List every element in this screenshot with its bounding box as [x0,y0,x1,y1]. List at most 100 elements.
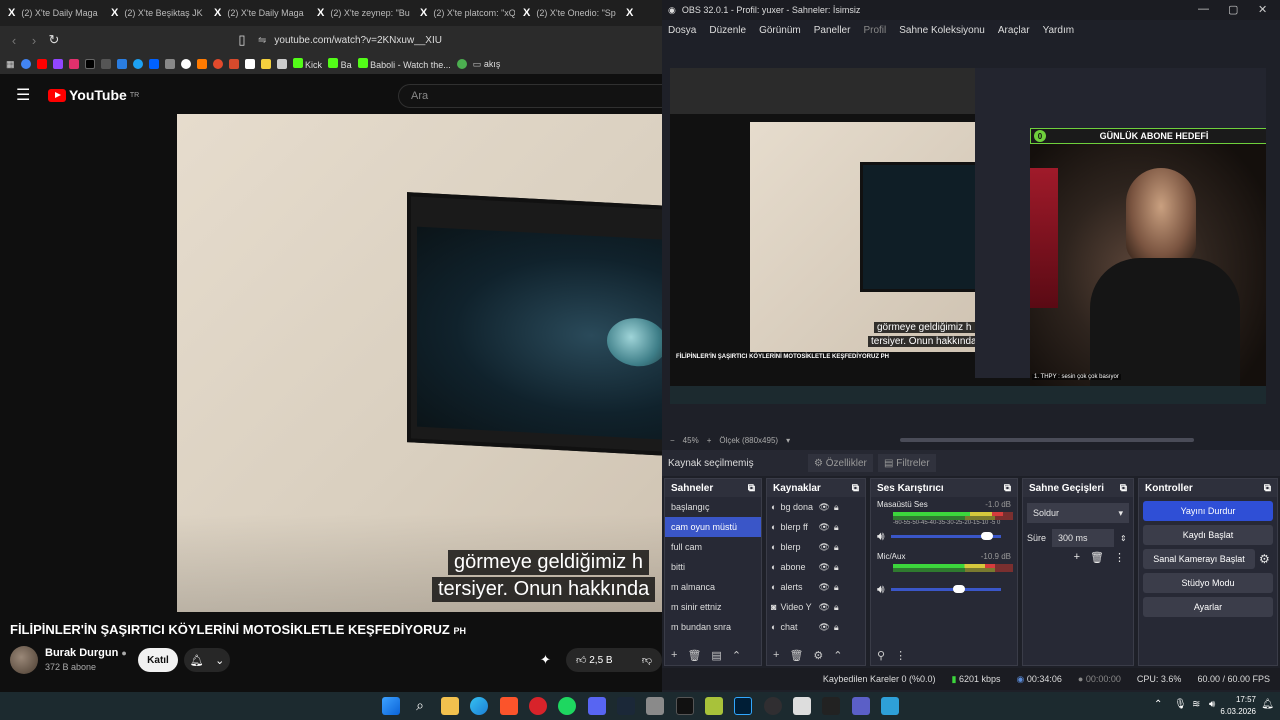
speaker-icon[interactable]: 🔊︎ [877,582,885,597]
volume-slider-handle[interactable] [952,585,965,593]
visibility-icon[interactable]: 👁︎ [818,562,829,573]
microphone-icon[interactable]: 🎙︎ [1174,699,1187,710]
properties-button[interactable]: ⚙ Özellikler [808,454,873,472]
studio-mode-button[interactable]: Stüdyo Modu [1143,573,1273,593]
dislike-button[interactable]: 👎︎ [642,654,652,666]
dropbox-icon[interactable] [148,59,159,69]
app-icon[interactable] [881,697,899,715]
undock-icon[interactable]: ⧉ [1264,483,1271,494]
zoom-in-icon[interactable]: + [707,436,712,445]
gift-icon[interactable]: ✦ [540,652,551,668]
visibility-icon[interactable]: 👁︎ [818,582,829,593]
undock-icon[interactable]: ⧉ [1004,483,1011,494]
add-scene-icon[interactable]: + [671,649,677,661]
bookmark-site-icon[interactable] [276,59,287,69]
menu-gorunum[interactable]: Görünüm [759,25,801,36]
teams-icon[interactable] [852,697,870,715]
obs-preview[interactable]: görmeye geldiğimiz h tersiyer. Onun hakk… [670,68,1266,404]
source-settings-icon[interactable]: ⚙ [813,649,823,662]
bookmark-site-icon[interactable] [196,59,207,69]
like-button[interactable]: 👍︎ 2,5 B [576,654,613,666]
visibility-icon[interactable]: 👁︎ [818,542,829,553]
add-source-icon[interactable]: + [773,649,779,661]
volume-slider[interactable] [890,532,1001,540]
scene-item[interactable]: m bundan snra [665,617,761,637]
duration-input[interactable]: 300 ms [1052,529,1115,547]
start-icon[interactable] [382,697,400,715]
scene-item[interactable]: bitti [665,557,761,577]
taskbar-clock[interactable]: 17:57 6.03.2026 [1220,694,1256,718]
source-item[interactable]: ◐ blerp ff 👁︎ 🔒︎ [767,517,865,537]
filters-button[interactable]: ▤ Filtreler [878,454,936,472]
bookmark-icon[interactable]: ▯ [232,32,252,48]
back-icon[interactable]: ‹ [4,33,24,48]
epic-icon[interactable] [822,697,840,715]
link-icon[interactable]: ⚲ [877,649,885,662]
reload-icon[interactable]: ↻ [44,32,64,48]
bookmark-ba[interactable]: Ba [328,58,352,70]
remove-transition-icon[interactable]: 🗑︎ [1090,551,1104,564]
channel-name[interactable]: Burak Durgun ● [45,647,127,659]
url-field[interactable]: ⇋ youtube.com/watch?v=2KNxuw__XIU [258,30,662,50]
lock-icon[interactable]: 🔒︎ [834,602,839,613]
undock-icon[interactable]: ⧉ [852,483,859,494]
source-item[interactable]: ◐ abone 👁︎ 🔒︎ [767,557,865,577]
volume-slider[interactable] [890,585,1001,593]
video-player[interactable]: görmeye geldiğimiz h tersiyer. Onun hakk… [177,114,662,612]
bookmark-kick[interactable]: Kick [292,58,322,70]
twitch-icon[interactable] [52,59,63,69]
transition-select[interactable]: Soldur ▾ [1027,503,1129,523]
menu-sahne-koleksiyonu[interactable]: Sahne Koleksiyonu [899,25,985,36]
bookmark-site-icon[interactable] [212,59,223,69]
github-icon[interactable] [100,59,111,69]
brave-icon[interactable] [500,697,518,715]
source-item[interactable]: ◙ Video Y 👁︎ 🔒︎ [767,597,865,617]
stop-streaming-button[interactable]: Yayını Durdur [1143,501,1273,521]
preview-scrollbar[interactable] [900,438,1194,442]
browser-tab[interactable]: X (2) X'te Daily Maga [206,0,309,26]
spotify-icon[interactable] [558,697,576,715]
source-item[interactable]: ◐ blerp 👁︎ 🔒︎ [767,537,865,557]
search-input[interactable]: Ara [398,84,662,108]
move-up-icon[interactable]: ⌃ [732,649,741,662]
source-item[interactable]: ◐ bg dona 👁︎ 🔒︎ [767,497,865,517]
start-recording-button[interactable]: Kaydı Başlat [1143,525,1273,545]
onedrive-icon[interactable] [116,59,127,69]
visibility-icon[interactable]: 👁︎ [818,502,829,513]
wifi-icon[interactable]: ≋ [1192,699,1200,710]
volume-icon[interactable]: 🔊︎ [1209,699,1215,710]
avatar[interactable] [10,646,38,674]
menu-paneller[interactable]: Paneller [814,25,851,36]
browser-tab[interactable]: X (2) X'te Onedio: "Sp [515,0,618,26]
snipping-tool-icon[interactable] [793,697,811,715]
forward-icon[interactable]: › [24,33,44,48]
undock-icon[interactable]: ⧉ [748,483,755,494]
bookmark-site-icon[interactable] [180,59,191,69]
epic-games-icon[interactable] [676,697,694,715]
google-icon[interactable] [20,59,31,69]
photoshop-icon[interactable] [734,697,752,715]
remove-source-icon[interactable]: 🗑︎ [789,649,803,662]
minimize-icon[interactable]: — [1198,3,1209,15]
instagram-icon[interactable] [68,59,79,69]
calculator-icon[interactable] [646,697,664,715]
scene-item-selected[interactable]: cam oyun müstü [665,517,761,537]
bookmark-site-icon[interactable] [164,59,175,69]
apps-icon[interactable]: ▦ [6,59,15,70]
remove-scene-icon[interactable]: 🗑︎ [687,649,701,662]
menu-profil[interactable]: Profil [863,25,886,36]
zoom-out-icon[interactable]: − [670,436,675,445]
lock-icon[interactable]: 🔒︎ [834,542,839,553]
bookmark-site-icon[interactable] [260,59,271,69]
bookmark-akis[interactable]: ▭ akış [473,59,501,70]
edge-icon[interactable] [470,697,488,715]
add-transition-icon[interactable]: + [1074,551,1080,564]
scene-item[interactable]: full cam [665,537,761,557]
volume-slider-handle[interactable] [981,532,994,540]
obs-icon[interactable] [764,697,782,715]
browser-tab[interactable]: X (2) X'te Daily Maga [0,0,103,26]
x-icon[interactable] [84,59,95,69]
start-virtual-camera-button[interactable]: Sanal Kamerayı Başlat [1143,549,1255,569]
lock-icon[interactable]: 🔒︎ [834,582,839,593]
browser-tab[interactable]: X (2) X'te platcom: "xQc [412,0,515,26]
